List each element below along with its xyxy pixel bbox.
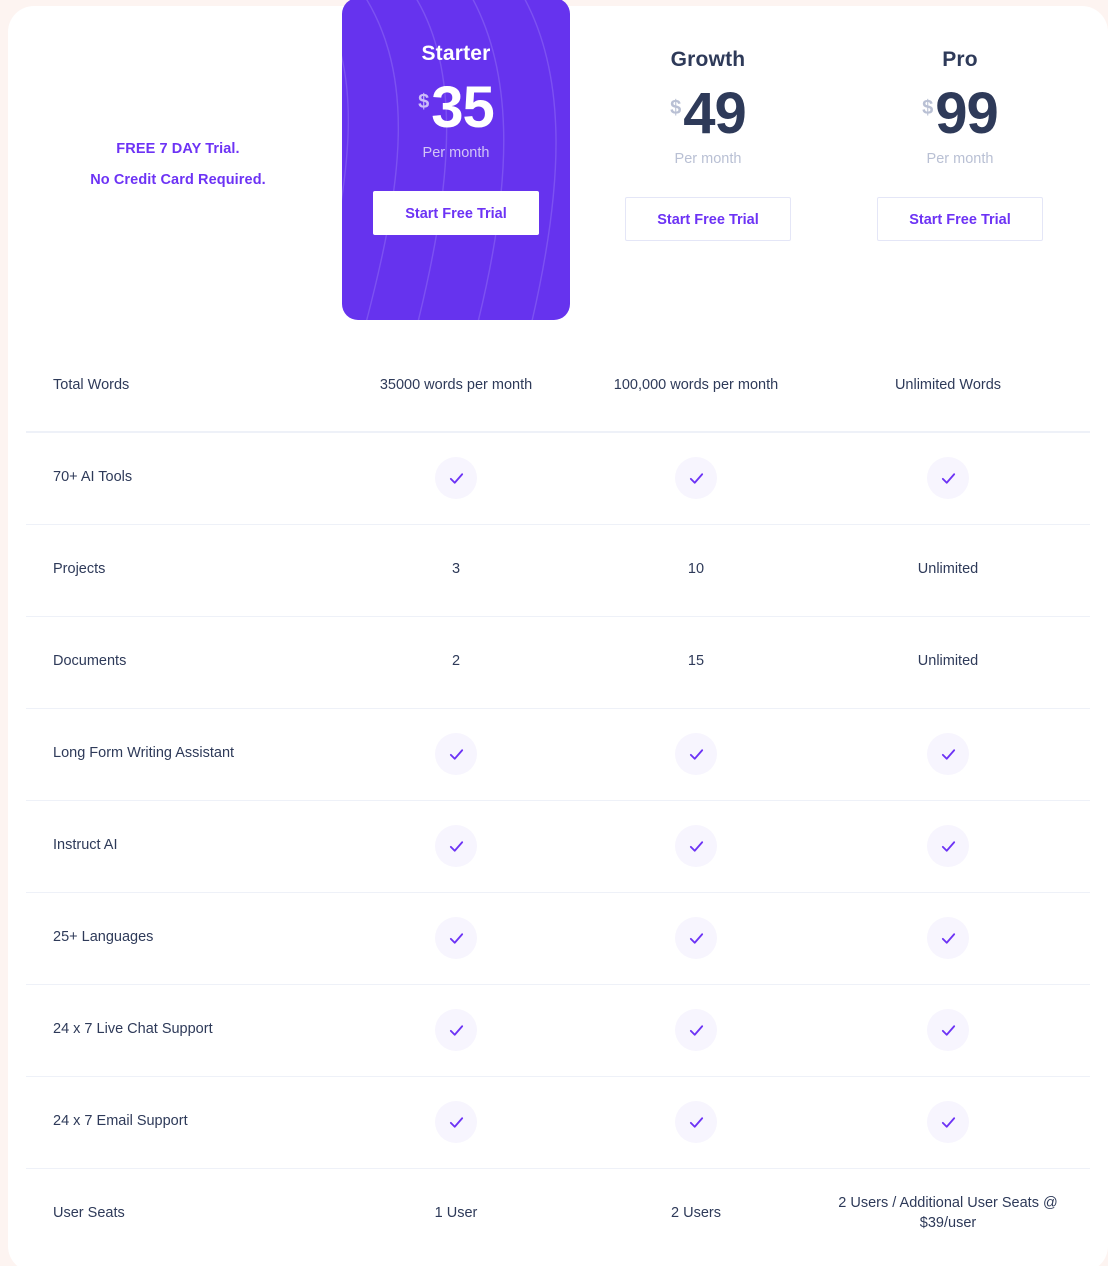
plan-price-pro: $ 99 xyxy=(846,81,1074,146)
check-icon xyxy=(435,825,477,867)
feature-value-starter: 2 xyxy=(451,653,461,670)
feature-value-growth: 2 Users xyxy=(671,1205,721,1222)
feature-value-growth: 10 xyxy=(687,561,705,578)
check-icon xyxy=(927,917,969,959)
feature-value-starter: 3 xyxy=(451,561,461,578)
feature-label: 24 x 7 Email Support xyxy=(53,1113,188,1130)
price-amount: 35 xyxy=(431,75,495,140)
table-row: 70+ AI Tools xyxy=(0,432,1108,524)
plan-card-pro: Pro $ 99 Per month Start Free Trial xyxy=(846,0,1074,242)
plan-period-pro: Per month xyxy=(926,151,994,168)
pricing-page: FREE 7 DAY Trial. No Credit Card Require… xyxy=(0,0,1108,1266)
feature-included-starter xyxy=(342,1009,570,1051)
feature-included-growth xyxy=(570,733,822,775)
table-row: Instruct AI xyxy=(0,800,1108,892)
feature-label: User Seats xyxy=(53,1205,125,1222)
currency-symbol: $ xyxy=(922,97,934,119)
feature-included-pro xyxy=(822,1101,1074,1143)
plan-name-pro: Pro xyxy=(942,48,978,71)
feature-included-starter xyxy=(342,917,570,959)
feature-included-growth xyxy=(570,1101,822,1143)
plan-price-starter: $ 35 xyxy=(342,75,570,140)
currency-symbol: $ xyxy=(418,91,430,113)
feature-value-starter: 1 User xyxy=(434,1205,478,1222)
feature-value-pro: 2 Users / Additional User Seats @ $39/us… xyxy=(838,1195,1058,1231)
plan-name-growth: Growth xyxy=(670,48,746,71)
check-icon xyxy=(435,1009,477,1051)
feature-label: Documents xyxy=(53,653,127,670)
feature-included-pro xyxy=(822,825,1074,867)
feature-included-growth xyxy=(570,825,822,867)
check-icon xyxy=(927,733,969,775)
currency-symbol: $ xyxy=(670,97,682,119)
feature-value-pro: Unlimited xyxy=(917,653,979,670)
check-icon xyxy=(675,1101,717,1143)
check-icon xyxy=(927,825,969,867)
feature-label: Total Words xyxy=(53,377,130,394)
table-row: 24 x 7 Email Support xyxy=(0,1076,1108,1168)
check-icon xyxy=(435,1101,477,1143)
feature-included-growth xyxy=(570,917,822,959)
check-icon xyxy=(675,1009,717,1051)
check-icon xyxy=(927,1101,969,1143)
check-icon xyxy=(927,457,969,499)
table-row: Documents 2 15 Unlimited xyxy=(0,616,1108,708)
feature-label: Long Form Writing Assistant xyxy=(53,745,235,762)
start-free-trial-button-growth[interactable]: Start Free Trial xyxy=(625,197,791,242)
feature-included-pro xyxy=(822,917,1074,959)
feature-included-pro xyxy=(822,733,1074,775)
feature-label: 70+ AI Tools xyxy=(53,469,133,486)
check-icon xyxy=(675,457,717,499)
check-icon xyxy=(675,825,717,867)
plan-period-growth: Per month xyxy=(674,151,742,168)
table-row: 25+ Languages xyxy=(0,892,1108,984)
plan-price-growth: $ 49 xyxy=(594,81,822,146)
trial-notice-line-2: No Credit Card Required. xyxy=(90,172,266,189)
feature-included-pro xyxy=(822,457,1074,499)
feature-label: 25+ Languages xyxy=(53,929,154,946)
feature-label: Projects xyxy=(53,561,106,578)
plan-card-starter[interactable]: Starter $ 35 Per month Start Free Trial xyxy=(342,0,570,320)
feature-value-starter: 35000 words per month xyxy=(379,377,533,394)
plans-header: FREE 7 DAY Trial. No Credit Card Require… xyxy=(0,0,1108,340)
check-icon xyxy=(435,917,477,959)
table-row: 24 x 7 Live Chat Support xyxy=(0,984,1108,1076)
feature-included-growth xyxy=(570,1009,822,1051)
plan-period-starter: Per month xyxy=(422,145,490,162)
price-amount: 99 xyxy=(935,81,999,146)
feature-included-pro xyxy=(822,1009,1074,1051)
feature-value-pro: Unlimited xyxy=(917,561,979,578)
feature-value-growth: 15 xyxy=(687,653,705,670)
feature-included-starter xyxy=(342,733,570,775)
feature-label: Instruct AI xyxy=(53,837,118,854)
trial-notice-line-1: FREE 7 DAY Trial. xyxy=(116,141,240,157)
feature-included-starter xyxy=(342,1101,570,1143)
feature-included-growth xyxy=(570,457,822,499)
check-icon xyxy=(435,733,477,775)
table-row: User Seats 1 User 2 Users 2 Users / Additio… xyxy=(0,1168,1108,1260)
trial-notice: FREE 7 DAY Trial. No Credit Card Require… xyxy=(26,140,330,189)
feature-label: 24 x 7 Live Chat Support xyxy=(53,1021,213,1038)
check-icon xyxy=(675,917,717,959)
check-icon xyxy=(435,457,477,499)
price-amount: 49 xyxy=(683,81,747,146)
feature-value-pro: Unlimited Words xyxy=(894,377,1002,394)
feature-comparison-table: Total Words 35000 words per month 100,000 … xyxy=(0,340,1108,1260)
feature-included-starter xyxy=(342,825,570,867)
plan-card-growth: Growth $ 49 Per month Start Free Trial xyxy=(594,0,822,242)
feature-value-growth: 100,000 words per month xyxy=(613,377,779,394)
table-row: Total Words 35000 words per month 100,000 … xyxy=(0,340,1108,432)
check-icon xyxy=(675,733,717,775)
start-free-trial-button-pro[interactable]: Start Free Trial xyxy=(877,197,1043,242)
table-row: Projects 3 10 Unlimited xyxy=(0,524,1108,616)
check-icon xyxy=(927,1009,969,1051)
feature-included-starter xyxy=(342,457,570,499)
start-free-trial-button-starter[interactable]: Start Free Trial xyxy=(373,191,539,236)
plan-name-starter: Starter xyxy=(421,42,491,65)
table-row: Long Form Writing Assistant xyxy=(0,708,1108,800)
